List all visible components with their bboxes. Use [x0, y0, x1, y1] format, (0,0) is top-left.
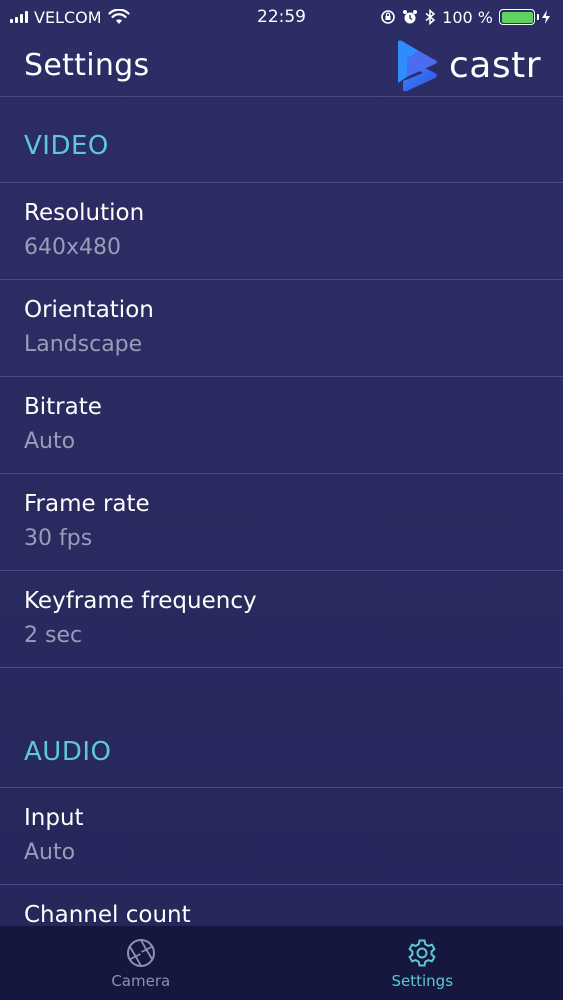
tab-bar: Camera Settings — [0, 926, 563, 1000]
alarm-icon — [403, 10, 418, 24]
status-right: 100 % — [380, 8, 551, 27]
setting-row-frame-rate[interactable]: Frame rate 30 fps — [0, 474, 563, 571]
tab-settings[interactable]: Settings — [282, 926, 563, 1000]
status-bar: VELCOM 22:59 100 % — [0, 0, 563, 34]
setting-label: Keyframe frequency — [24, 588, 257, 614]
bluetooth-icon — [425, 9, 436, 25]
setting-value: Auto — [24, 429, 76, 454]
orientation-lock-icon — [381, 10, 395, 24]
settings-list: VIDEO Resolution 640x480 Orientation Lan… — [0, 97, 563, 982]
castr-logo: castr — [395, 39, 541, 91]
setting-value: Landscape — [24, 332, 143, 357]
charging-icon — [542, 10, 550, 24]
carrier-name: VELCOM — [34, 7, 102, 27]
page-title: Settings — [24, 47, 150, 83]
setting-row-orientation[interactable]: Orientation Landscape — [0, 280, 563, 377]
status-time: 22:59 — [257, 7, 306, 27]
battery-fill — [501, 11, 533, 23]
tab-label: Settings — [391, 972, 454, 990]
setting-label: Bitrate — [24, 394, 102, 420]
battery-percent: 100 % — [442, 7, 493, 27]
navigation-header: Settings castr — [0, 34, 563, 97]
setting-row-keyframe-frequency[interactable]: Keyframe frequency 2 sec — [0, 571, 563, 668]
setting-row-bitrate[interactable]: Bitrate Auto — [0, 377, 563, 474]
status-left: VELCOM — [10, 8, 130, 27]
setting-value: 640x480 — [24, 235, 122, 260]
section-header-audio: AUDIO — [0, 668, 563, 788]
setting-row-resolution[interactable]: Resolution 640x480 — [0, 183, 563, 280]
brand-name: castr — [448, 44, 541, 86]
setting-value: 2 sec — [24, 623, 83, 648]
setting-value: 30 fps — [24, 526, 93, 551]
castr-logo-icon — [397, 40, 437, 91]
setting-value: Auto — [24, 840, 76, 865]
setting-label: Orientation — [24, 297, 154, 323]
battery-icon — [499, 9, 539, 25]
section-header-video: VIDEO — [0, 97, 563, 183]
setting-label: Frame rate — [24, 491, 150, 517]
signal-icon — [10, 11, 28, 23]
setting-label: Input — [24, 805, 84, 831]
tab-camera[interactable]: Camera — [0, 926, 282, 1000]
tab-label: Camera — [111, 972, 171, 990]
gear-icon — [408, 939, 436, 967]
setting-label: Resolution — [24, 200, 145, 226]
setting-row-input[interactable]: Input Auto — [0, 788, 563, 885]
aperture-icon — [126, 939, 155, 967]
wifi-icon — [107, 9, 130, 24]
